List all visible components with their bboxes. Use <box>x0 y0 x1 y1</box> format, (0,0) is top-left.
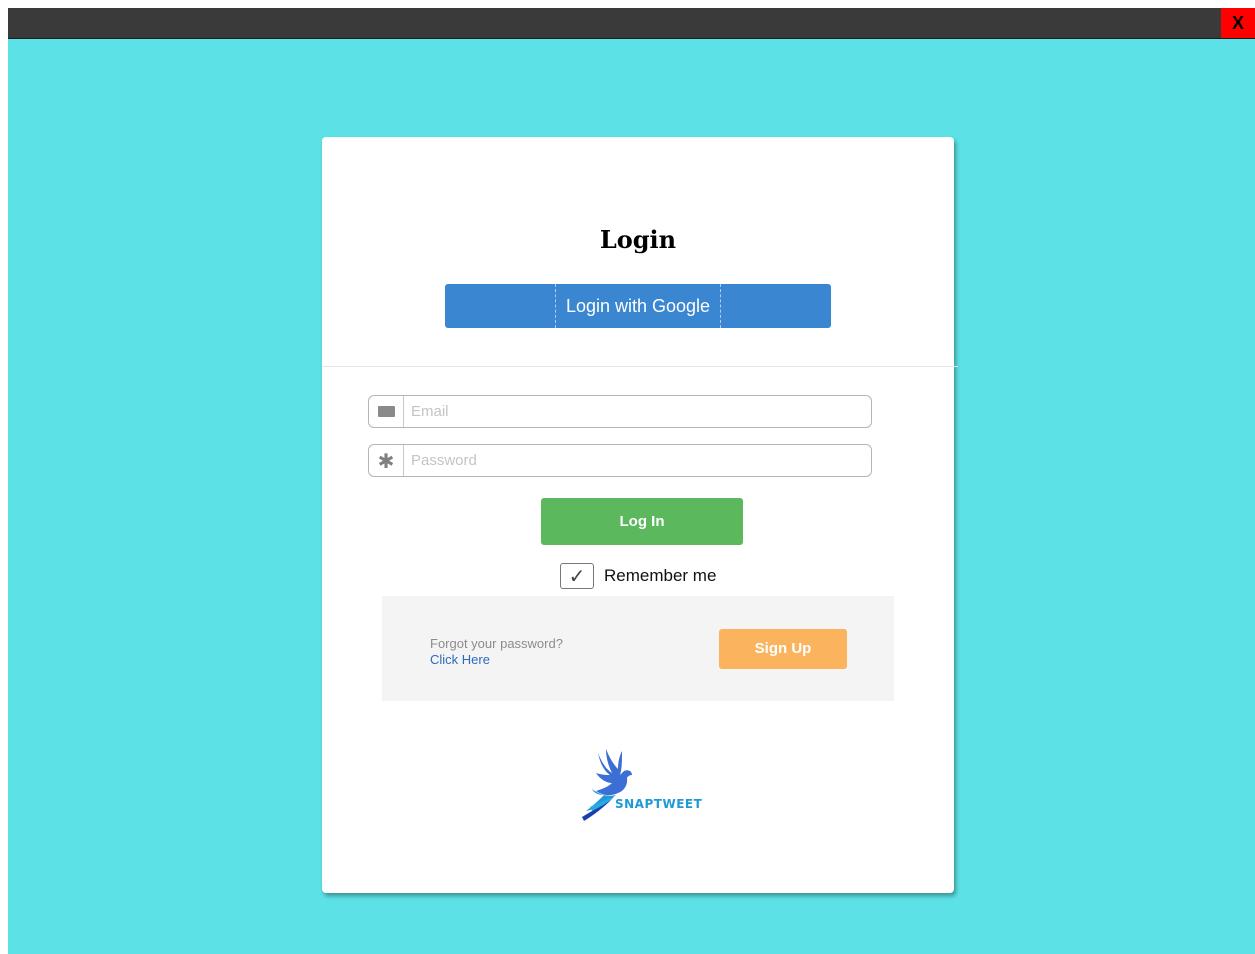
login-card: Login Login with Google ✱ Log In ✓ Remem… <box>322 137 958 893</box>
forgot-password: Forgot your password? Click Here <box>430 636 563 668</box>
app-window: X Login Login with Google ✱ Log In ✓ Rem… <box>8 8 1255 954</box>
page-title: Login <box>599 225 677 254</box>
login-with-google-button[interactable]: Login with Google <box>445 284 831 328</box>
email-input[interactable] <box>411 396 861 427</box>
password-input[interactable] <box>411 445 861 476</box>
google-button-label: Login with Google <box>554 284 722 328</box>
divider <box>322 366 958 367</box>
footer-panel: Forgot your password? Click Here Sign Up <box>382 596 894 701</box>
close-button[interactable]: X <box>1221 8 1255 38</box>
checkmark-icon: ✓ <box>568 564 586 588</box>
remember-me-label: Remember me <box>604 566 717 585</box>
click-here-link[interactable]: Click Here <box>430 652 563 668</box>
brand-name: SNAPTWEET <box>615 797 703 811</box>
forgot-password-text: Forgot your password? <box>430 636 563 651</box>
brand-logo: SNAPTWEET <box>578 745 708 825</box>
asterisk-icon: ✱ <box>369 445 404 476</box>
email-icon <box>369 396 404 427</box>
remember-me-checkbox[interactable]: ✓ <box>560 563 594 589</box>
log-in-button[interactable]: Log In <box>541 498 743 545</box>
password-field[interactable]: ✱ <box>368 444 872 477</box>
email-field[interactable] <box>368 395 872 428</box>
bird-logo-icon <box>582 749 632 821</box>
title-bar: X <box>8 8 1255 39</box>
remember-me: ✓ Remember me <box>560 562 716 590</box>
sign-up-button[interactable]: Sign Up <box>719 629 847 669</box>
